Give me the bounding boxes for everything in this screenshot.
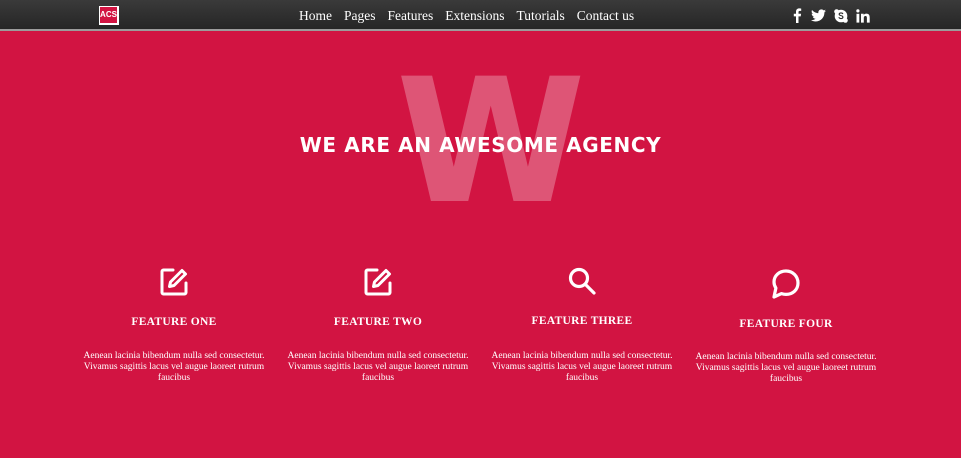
social-links [789, 0, 870, 31]
nav-item-extensions[interactable]: Extensions [445, 8, 504, 24]
search-icon [480, 266, 684, 296]
linkedin-icon[interactable] [855, 8, 870, 23]
feature-title: FEATURE FOUR [739, 318, 833, 330]
nav-item-home[interactable]: Home [299, 8, 332, 24]
nav-item-features[interactable]: Features [388, 8, 434, 24]
main-nav: Home Pages Features Extensions Tutorials… [299, 0, 634, 31]
chat-bubble-icon [684, 268, 888, 300]
twitter-icon[interactable] [811, 8, 826, 23]
logo[interactable]: ACS [99, 6, 119, 25]
feature-description: Aenean lacinia bibendum nulla sed consec… [83, 351, 265, 383]
feature-title: FEATURE THREE [531, 315, 633, 327]
nav-item-contact-us[interactable]: Contact us [577, 8, 634, 24]
feature-description: Aenean lacinia bibendum nulla sed consec… [287, 351, 469, 383]
edit-icon [72, 267, 276, 297]
facebook-icon[interactable] [789, 8, 804, 23]
feature-title: FEATURE ONE [131, 316, 217, 328]
feature-description: Aenean lacinia bibendum nulla sed consec… [491, 351, 673, 383]
feature-title: FEATURE TWO [333, 316, 423, 328]
edit-icon [276, 267, 480, 297]
skype-icon[interactable] [833, 8, 848, 23]
nav-item-tutorials[interactable]: Tutorials [516, 8, 564, 24]
nav-item-pages[interactable]: Pages [344, 8, 376, 24]
feature-description: Aenean lacinia bibendum nulla sed consec… [695, 352, 877, 384]
hero-title: WE ARE AN AWESOME AGENCY [299, 133, 662, 157]
top-navbar: ACS Home Pages Features Extensions Tutor… [0, 0, 961, 31]
